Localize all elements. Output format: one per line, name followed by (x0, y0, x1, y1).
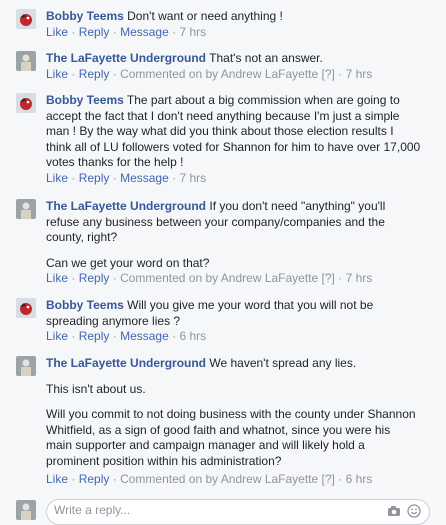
reply-composer: Write a reply... (0, 495, 446, 525)
comment-text: Don't want or need anything ! (127, 9, 283, 23)
timestamp[interactable]: 7 hrs (179, 171, 206, 185)
comment-text: votes thanks for the help ! (46, 155, 184, 169)
reply-link[interactable]: Reply (79, 25, 110, 39)
commented-on-by: Commented on by Andrew LaFayette (120, 472, 319, 486)
comment-text: If you don't need "anything" you'll (209, 199, 386, 213)
comment-author[interactable]: The LaFayette Underground (46, 356, 206, 370)
comment-text: man ! By the way what did you think abou… (46, 124, 394, 138)
comment-author[interactable]: Bobby Teems (46, 93, 124, 107)
red-bird-avatar-icon (16, 298, 36, 318)
info-badge[interactable]: [?] (322, 271, 335, 285)
timestamp[interactable]: 7 hrs (346, 67, 373, 81)
comment-text: prominent position within his administra… (46, 453, 282, 468)
comment-text: This isn't about us. (46, 381, 146, 396)
avatar (16, 500, 36, 520)
comment-actions: Like · Reply · Commented on by Andrew La… (46, 271, 373, 285)
statue-avatar-icon (16, 500, 36, 520)
reply-link[interactable]: Reply (79, 329, 110, 343)
statue-avatar-icon (16, 199, 36, 219)
reply-link[interactable]: Reply (79, 472, 110, 486)
commented-on-by: Commented on by Andrew LaFayette (120, 66, 319, 81)
reply-link[interactable]: Reply (79, 67, 110, 81)
comment-text: main supporter and campaign manager and … (46, 438, 365, 452)
timestamp[interactable]: 6 hrs (179, 329, 206, 343)
comment-text: county, right? (46, 230, 118, 244)
comment-text: Will you give me your word that you will… (127, 298, 374, 312)
message-link[interactable]: Message (120, 329, 169, 343)
comment-actions: Like · Reply · Message · 7 hrs (46, 170, 207, 185)
comment-text: spreading anymore lies ? (46, 313, 181, 328)
comment-text: refuse any business between your company… (46, 214, 385, 229)
comment-text: Whitfield, as a sign of good faith and w… (46, 422, 391, 437)
avatar[interactable] (16, 298, 36, 318)
reply-placeholder: Write a reply... (54, 503, 131, 517)
commented-on-by: Commented on by Andrew LaFayette (120, 271, 319, 285)
message-link[interactable]: Message (120, 171, 169, 185)
comment-text: That's not an answer. (209, 51, 323, 65)
comment-text: Will you commit to not doing business wi… (46, 407, 416, 421)
info-badge[interactable]: [?] (322, 67, 335, 81)
comment-actions: Like · Reply · Commented on by Andrew La… (46, 66, 373, 81)
avatar[interactable] (16, 93, 36, 113)
comment-author[interactable]: The LaFayette Underground (46, 199, 206, 213)
avatar[interactable] (16, 51, 36, 71)
like-link[interactable]: Like (46, 67, 68, 81)
timestamp[interactable]: 6 hrs (346, 472, 373, 486)
statue-avatar-icon (16, 356, 36, 376)
comment-text: think all of LU followers voted for Shan… (46, 139, 421, 154)
avatar[interactable] (16, 199, 36, 219)
timestamp[interactable]: 7 hrs (346, 271, 373, 285)
comment-text: The part about a big commission when are… (126, 93, 400, 107)
avatar[interactable] (16, 356, 36, 376)
red-bird-avatar-icon (16, 93, 36, 113)
reply-link[interactable]: Reply (79, 171, 110, 185)
red-bird-avatar-icon (16, 9, 36, 29)
reply-input[interactable]: Write a reply... (46, 499, 430, 525)
comment-text: We haven't spread any lies. (209, 356, 357, 370)
reply-link[interactable]: Reply (79, 271, 110, 285)
comment-actions: Like · Reply · Commented on by Andrew La… (46, 472, 373, 486)
comment-actions: Like · Reply · Message · 7 hrs (46, 24, 207, 39)
comment-actions: Like · Reply · Message · 6 hrs (46, 329, 207, 343)
like-link[interactable]: Like (46, 472, 68, 486)
message-link[interactable]: Message (120, 25, 169, 39)
info-badge[interactable]: [?] (322, 472, 335, 486)
like-link[interactable]: Like (46, 329, 68, 343)
statue-avatar-icon (16, 51, 36, 71)
timestamp[interactable]: 7 hrs (179, 25, 206, 39)
comment-author[interactable]: Bobby Teems (46, 298, 124, 312)
comment-text: Can we get your word on that? (46, 255, 210, 270)
comment-text: accept the fact that I don't need anythi… (46, 108, 400, 123)
comment-author[interactable]: The LaFayette Underground (46, 51, 206, 65)
avatar[interactable] (16, 9, 36, 29)
like-link[interactable]: Like (46, 171, 68, 185)
like-link[interactable]: Like (46, 25, 68, 39)
like-link[interactable]: Like (46, 271, 68, 285)
comment-author[interactable]: Bobby Teems (46, 9, 124, 23)
